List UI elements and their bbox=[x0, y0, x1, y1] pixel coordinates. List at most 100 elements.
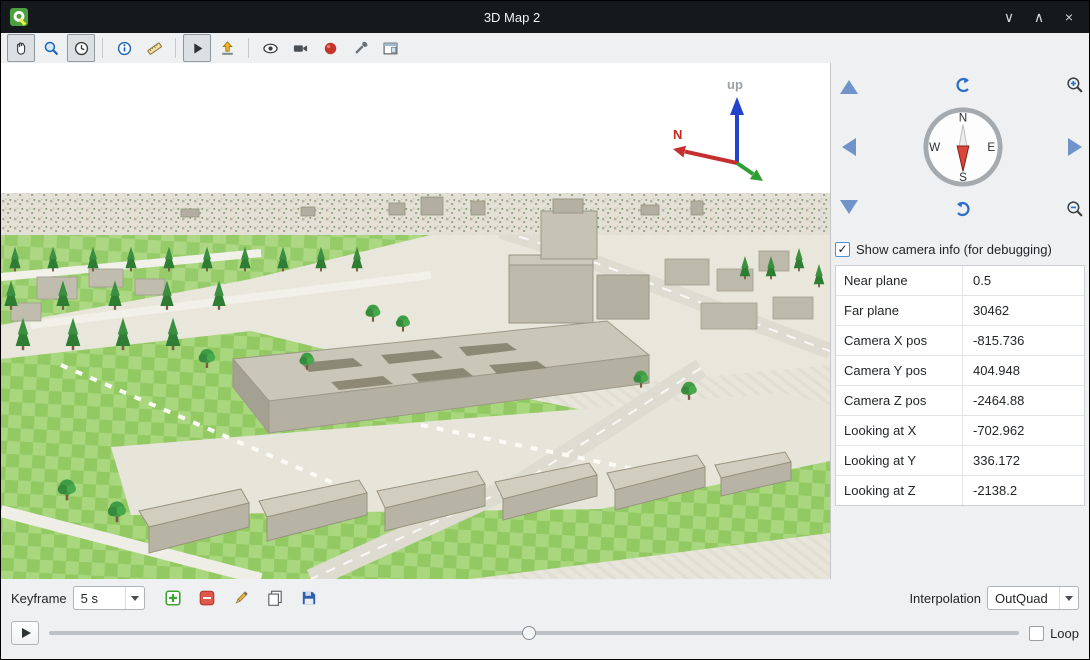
camera-tool-button[interactable] bbox=[286, 34, 314, 62]
row-value: -815.736 bbox=[963, 326, 1024, 355]
table-row: Camera X pos -815.736 bbox=[836, 326, 1084, 356]
zoom-full-icon bbox=[43, 40, 60, 57]
row-label: Camera X pos bbox=[836, 326, 963, 355]
zoom-in-button[interactable] bbox=[1066, 76, 1084, 94]
toolbar-separator bbox=[248, 38, 249, 58]
camera-info-checkbox-label: Show camera info (for debugging) bbox=[856, 242, 1052, 257]
eye-icon bbox=[262, 40, 279, 57]
compass-west-label: W bbox=[929, 141, 941, 154]
shadow-tool-button[interactable] bbox=[316, 34, 344, 62]
save-floppy-icon bbox=[300, 589, 318, 607]
qgis-3d-map-window: 3D Map 2 ∨ ∧ × bbox=[0, 0, 1090, 660]
play-icon bbox=[189, 40, 206, 57]
row-label: Looking at Y bbox=[836, 446, 963, 475]
add-plus-icon bbox=[164, 589, 182, 607]
copy-icon bbox=[266, 589, 284, 607]
dock-panel-tool-button[interactable] bbox=[376, 34, 404, 62]
loop-label: Loop bbox=[1050, 626, 1079, 641]
interpolation-select-value: OutQuad bbox=[988, 591, 1059, 606]
camera-panel: N E S W bbox=[830, 63, 1089, 579]
compass-south-label: S bbox=[959, 171, 967, 184]
play-animation-tool-button[interactable] bbox=[183, 34, 211, 62]
move-down-button[interactable] bbox=[840, 200, 858, 214]
minimize-icon[interactable]: ∨ bbox=[995, 5, 1023, 29]
interpolation-label: Interpolation bbox=[909, 591, 981, 606]
play-button[interactable] bbox=[11, 621, 39, 645]
export-scene-tool-button[interactable] bbox=[213, 34, 241, 62]
toolbar-separator bbox=[175, 38, 176, 58]
measure-tool-button[interactable] bbox=[140, 34, 168, 62]
loop-checkbox[interactable] bbox=[1029, 626, 1044, 641]
row-label: Far plane bbox=[836, 296, 963, 325]
toolbar bbox=[1, 33, 1089, 63]
red-sphere-icon bbox=[322, 40, 339, 57]
row-label: Looking at X bbox=[836, 416, 963, 445]
move-up-button[interactable] bbox=[840, 80, 858, 94]
row-label: Looking at Z bbox=[836, 476, 963, 505]
zoom-out-icon bbox=[1066, 200, 1084, 218]
video-camera-icon bbox=[292, 40, 309, 57]
camera-info-checkbox-row[interactable]: ✓ Show camera info (for debugging) bbox=[835, 237, 1085, 261]
pencil-icon bbox=[232, 589, 250, 607]
animation-clock-tool-button[interactable] bbox=[67, 34, 95, 62]
row-value: 404.948 bbox=[963, 356, 1020, 385]
timeline-slider[interactable] bbox=[49, 623, 1019, 643]
zoom-out-button[interactable] bbox=[1066, 200, 1084, 218]
table-row: Camera Z pos -2464.88 bbox=[836, 386, 1084, 416]
row-label: Camera Z pos bbox=[836, 386, 963, 415]
transport-bar: Loop bbox=[1, 617, 1089, 649]
up-arrow-icon bbox=[840, 80, 858, 94]
loop-checkbox-row[interactable]: Loop bbox=[1029, 626, 1079, 641]
interpolation-select[interactable]: OutQuad bbox=[987, 586, 1079, 610]
camera-info-checkbox[interactable]: ✓ bbox=[835, 242, 850, 257]
table-row: Camera Y pos 404.948 bbox=[836, 356, 1084, 386]
row-value: -2138.2 bbox=[963, 476, 1017, 505]
move-right-button[interactable] bbox=[1068, 138, 1082, 156]
export-up-arrow-icon bbox=[219, 40, 236, 57]
duplicate-keyframe-button[interactable] bbox=[261, 584, 289, 612]
compass-icon: N E S W bbox=[921, 105, 1005, 189]
rotate-ccw-icon bbox=[953, 75, 973, 95]
visibility-tool-button[interactable] bbox=[256, 34, 284, 62]
row-value: 0.5 bbox=[963, 266, 991, 295]
right-arrow-icon bbox=[1068, 138, 1082, 156]
axis-up-label: up bbox=[727, 77, 743, 92]
toolbar-separator bbox=[102, 38, 103, 58]
panel-window-icon bbox=[382, 40, 399, 57]
add-keyframe-button[interactable] bbox=[159, 584, 187, 612]
window-title: 3D Map 2 bbox=[29, 10, 995, 25]
rotate-cw-icon bbox=[953, 199, 973, 219]
3d-viewport[interactable]: up N bbox=[1, 63, 830, 579]
qgis-logo-icon[interactable] bbox=[9, 7, 29, 27]
rotate-cw-button[interactable] bbox=[953, 199, 973, 219]
row-label: Camera Y pos bbox=[836, 356, 963, 385]
maximize-icon[interactable]: ∧ bbox=[1025, 5, 1053, 29]
edit-keyframe-button[interactable] bbox=[227, 584, 255, 612]
chevron-down-icon bbox=[1059, 587, 1078, 609]
window-controls: ∨ ∧ × bbox=[995, 5, 1083, 29]
identify-tool-button[interactable] bbox=[110, 34, 138, 62]
configure-tool-button[interactable] bbox=[346, 34, 374, 62]
table-row: Looking at X -702.962 bbox=[836, 416, 1084, 446]
remove-keyframe-button[interactable] bbox=[193, 584, 221, 612]
compass-east-label: E bbox=[987, 141, 995, 154]
compass-widget[interactable]: N E S W bbox=[921, 105, 1005, 189]
camera-info-table: Near plane 0.5 Far plane 30462 Camera X … bbox=[835, 265, 1085, 506]
row-value: 336.172 bbox=[963, 446, 1020, 475]
table-row: Looking at Y 336.172 bbox=[836, 446, 1084, 476]
camera-pan-tool-button[interactable] bbox=[7, 34, 35, 62]
rotate-ccw-button[interactable] bbox=[953, 75, 973, 95]
timeline-slider-handle[interactable] bbox=[522, 626, 536, 640]
keyframe-select-value: 5 s bbox=[74, 591, 125, 606]
titlebar: 3D Map 2 ∨ ∧ × bbox=[1, 1, 1089, 33]
row-label: Near plane bbox=[836, 266, 963, 295]
zoom-full-tool-button[interactable] bbox=[37, 34, 65, 62]
close-icon[interactable]: × bbox=[1055, 5, 1083, 29]
main-area: up N bbox=[1, 63, 1089, 579]
measure-ruler-icon bbox=[146, 40, 163, 57]
keyframe-select[interactable]: 5 s bbox=[73, 586, 145, 610]
move-left-button[interactable] bbox=[842, 138, 856, 156]
save-animation-button[interactable] bbox=[295, 584, 323, 612]
axis-north-label: N bbox=[673, 127, 682, 142]
remove-minus-icon bbox=[198, 589, 216, 607]
